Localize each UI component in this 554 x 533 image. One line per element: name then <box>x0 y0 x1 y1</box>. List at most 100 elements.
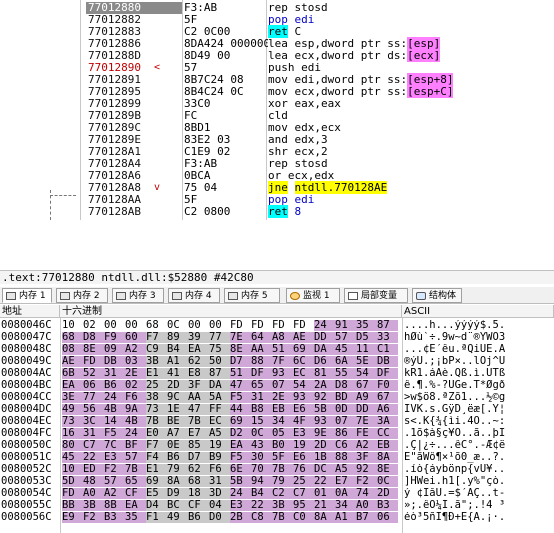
dump-byte[interactable]: 75 <box>209 344 230 355</box>
dump-byte[interactable]: C7 <box>83 440 104 451</box>
dump-row[interactable]: 008004BC EA 06 B6 02 25 2D 3F DA 47 65 07 54 2A D8 67 F0… <box>0 380 554 391</box>
dump-byte[interactable]: 0E <box>167 440 188 451</box>
tab-struct[interactable]: 结构体 <box>412 288 462 303</box>
dump-byte[interactable]: F9 <box>104 332 125 343</box>
dump-byte[interactable]: 70 <box>251 464 272 475</box>
dump-byte[interactable]: EA <box>62 380 83 391</box>
dump-byte[interactable]: 3F <box>188 380 209 391</box>
dump-byte[interactable]: 88 <box>335 452 356 463</box>
dump-byte[interactable]: 2D <box>314 440 335 451</box>
dump-byte[interactable]: 7E <box>230 332 251 343</box>
dump-byte[interactable]: 95 <box>293 500 314 511</box>
dump-byte[interactable]: 48 <box>83 476 104 487</box>
dump-byte[interactable]: 52 <box>83 368 104 379</box>
dump-byte[interactable]: 21 <box>314 500 335 511</box>
dump-byte[interactable]: 56 <box>83 404 104 415</box>
dump-byte[interactable]: D2 <box>230 428 251 439</box>
dump-byte[interactable]: 77 <box>83 392 104 403</box>
dump-byte[interactable]: 92 <box>356 464 377 475</box>
dump-byte[interactable]: 2A <box>314 380 335 391</box>
dump-byte[interactable]: 2B <box>230 512 251 523</box>
dump-byte[interactable]: F2 <box>356 476 377 487</box>
dump-row[interactable]: 0080050C 80 C7 7C BF F7 0E 85 19 EA 43 B0 19 2D C6 A2 EB… <box>0 440 554 451</box>
dump-byte[interactable]: 33 <box>377 332 398 343</box>
dump-row[interactable]: 0080055C BB 3B 8B EA D4 BC CF 04 E3 22 3B 95 21 34 A0 B3… <box>0 500 554 511</box>
tab-memory-2[interactable]: 内存 2 <box>56 288 108 303</box>
dump-byte[interactable]: 07 <box>335 416 356 427</box>
dump-byte[interactable]: 0A <box>335 488 356 499</box>
dump-byte[interactable]: 47 <box>230 380 251 391</box>
memory-dump-pane[interactable]: 地址 十六进制 ASCII 0080046C 10 02 00 00 68 0C 00 00 FD… <box>0 305 554 533</box>
dump-byte[interactable]: AE <box>293 332 314 343</box>
dump-byte[interactable]: 18 <box>188 488 209 499</box>
dump-row[interactable]: 0080048C 08 8E 09 A2 C9 B4 EA 75 8E AA 51 69 DA 45 11 C1… <box>0 344 554 355</box>
dump-byte[interactable]: 77 <box>209 332 230 343</box>
dump-byte[interactable]: C1 <box>377 344 398 355</box>
dump-byte[interactable]: 93 <box>314 416 335 427</box>
dump-byte[interactable]: 00 <box>188 320 209 331</box>
dump-byte[interactable]: FD <box>230 320 251 331</box>
dump-row[interactable]: 0080047C 68 D8 F9 60 F7 89 39 77 7E 64 A8 AE DD 57 D5 33… <box>0 332 554 343</box>
dump-byte[interactable]: 68 <box>62 332 83 343</box>
dump-byte[interactable]: A0 <box>356 500 377 511</box>
dump-row[interactable]: 0080056C E9 F2 B3 35 F1 49 B6 D0 2B C8 7B C0 8A A1 B7 06… <box>0 512 554 523</box>
dump-byte[interactable]: 2D <box>377 488 398 499</box>
dump-byte[interactable]: 87 <box>377 320 398 331</box>
dump-byte[interactable]: 00 <box>104 320 125 331</box>
dump-byte[interactable]: 73 <box>146 404 167 415</box>
dump-byte[interactable]: B6 <box>167 452 188 463</box>
dump-byte[interactable]: 51 <box>230 368 251 379</box>
dump-byte[interactable]: 19 <box>209 440 230 451</box>
dump-byte[interactable]: A0 <box>83 488 104 499</box>
dump-byte[interactable]: 0C <box>167 320 188 331</box>
dump-byte[interactable]: EA <box>230 440 251 451</box>
dump-byte[interactable]: 34 <box>335 500 356 511</box>
dump-byte[interactable]: 03 <box>125 356 146 367</box>
dump-byte[interactable]: 51 <box>272 344 293 355</box>
dump-byte[interactable]: DD <box>356 404 377 415</box>
dump-byte[interactable]: B3 <box>104 512 125 523</box>
dump-byte[interactable]: 64 <box>251 332 272 343</box>
dump-byte[interactable]: E7 <box>335 476 356 487</box>
dump-byte[interactable]: 16 <box>62 428 83 439</box>
disasm-row[interactable]: 77012899 33C0 xor eax,eax <box>80 98 554 110</box>
dump-byte[interactable]: 92 <box>314 392 335 403</box>
dump-byte[interactable]: 02 <box>125 380 146 391</box>
dump-byte[interactable]: 30 <box>251 452 272 463</box>
dump-byte[interactable]: F5 <box>230 392 251 403</box>
dump-byte[interactable]: 57 <box>335 332 356 343</box>
dump-byte[interactable]: C7 <box>293 488 314 499</box>
dump-byte[interactable]: 24 <box>230 488 251 499</box>
dump-byte[interactable]: F6 <box>209 464 230 475</box>
dump-byte[interactable]: 7C <box>104 440 125 451</box>
dump-byte[interactable]: 45 <box>335 344 356 355</box>
dump-byte[interactable]: 22 <box>251 500 272 511</box>
dump-byte[interactable]: 6B <box>62 368 83 379</box>
dump-byte[interactable]: DD <box>314 332 335 343</box>
dump-byte[interactable]: 09 <box>104 344 125 355</box>
dump-byte[interactable]: F2 <box>83 512 104 523</box>
dump-byte[interactable]: 62 <box>188 356 209 367</box>
dump-byte[interactable]: 41 <box>167 368 188 379</box>
dump-byte[interactable]: FE <box>356 428 377 439</box>
dump-byte[interactable]: E3 <box>293 428 314 439</box>
dump-byte[interactable]: 87 <box>209 368 230 379</box>
ascii-column-header[interactable]: ASCII <box>402 305 554 318</box>
dump-byte[interactable]: 24 <box>125 428 146 439</box>
dump-byte[interactable]: 4B <box>125 416 146 427</box>
dump-byte[interactable]: 7E <box>356 416 377 427</box>
dump-byte[interactable]: FD <box>293 320 314 331</box>
dump-row[interactable]: 008004EC 73 3C 14 4B 7B BE 7B EC 69 15 34 4F 93 07 7E 3A… <box>0 416 554 427</box>
dump-byte[interactable]: F7 <box>146 440 167 451</box>
dump-byte[interactable]: 35 <box>356 320 377 331</box>
dump-byte[interactable]: 5F <box>272 452 293 463</box>
dump-byte[interactable]: 8A <box>167 476 188 487</box>
dump-row[interactable]: 0080049C AE FD DB 03 3B A1 62 50 D7 88 7F 6C D6 6A 5E DB… <box>0 356 554 367</box>
dump-byte[interactable]: FD <box>272 320 293 331</box>
dump-byte[interactable]: B0 <box>272 440 293 451</box>
dump-byte[interactable]: 2E <box>272 392 293 403</box>
tab-watch-1[interactable]: 监视 1 <box>286 288 340 303</box>
dump-byte[interactable]: EA <box>188 344 209 355</box>
dump-byte[interactable]: 2D <box>167 380 188 391</box>
dump-byte[interactable]: D7 <box>230 356 251 367</box>
